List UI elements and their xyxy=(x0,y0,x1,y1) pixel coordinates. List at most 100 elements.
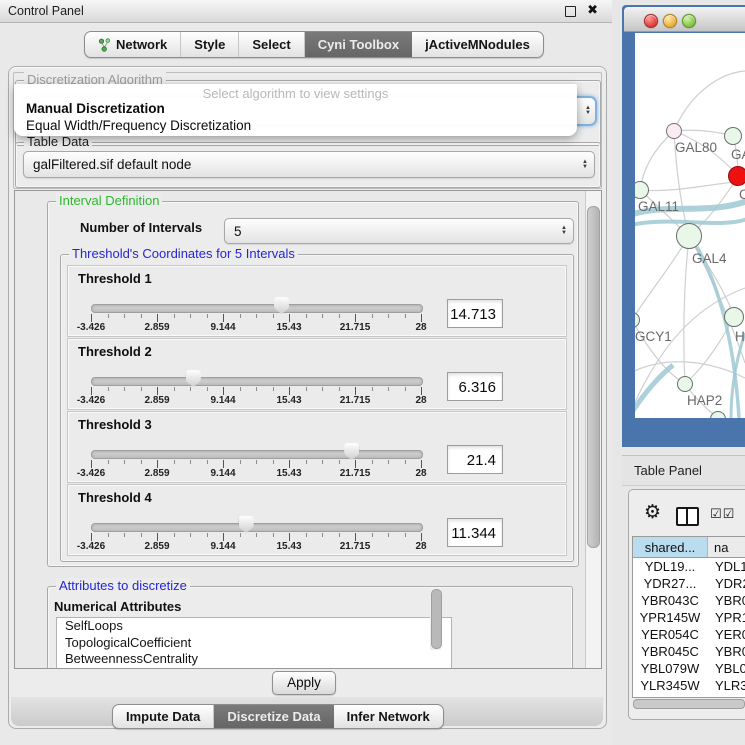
network-node-ha[interactable] xyxy=(724,307,744,327)
dropdown-option-manual-discretization[interactable]: Manual Discretization xyxy=(26,101,165,116)
tab-label: Impute Data xyxy=(126,709,200,724)
table-row[interactable]: YDL19...YDL1 xyxy=(633,558,745,575)
threshold-value-field[interactable]: 6.316 xyxy=(447,372,503,401)
threshold-value-field[interactable]: 11.344 xyxy=(447,518,503,547)
cell-name[interactable]: YBL0 xyxy=(708,661,745,676)
slider-track[interactable] xyxy=(91,523,423,532)
tick-label: 2.859 xyxy=(144,468,169,479)
table-data-selected-value: galFiltered.sif default node xyxy=(33,152,191,177)
tab-impute-data[interactable]: Impute Data xyxy=(113,705,213,728)
cell-name[interactable]: YBR0 xyxy=(708,644,745,659)
tab-label: Discretize Data xyxy=(227,709,320,724)
checkboxes-icon[interactable]: ☑☑ xyxy=(710,506,735,522)
algorithm-dropdown-popup: Select algorithm to view settings Manual… xyxy=(14,84,577,136)
node-label: GA xyxy=(731,147,745,162)
dropdown-hint: Select algorithm to view settings xyxy=(14,86,577,101)
viewport-scrollbar-thumb[interactable] xyxy=(587,206,600,548)
tab-network[interactable]: Network xyxy=(85,32,180,57)
tick-label: 9.144 xyxy=(210,541,235,552)
tick-label: -3.426 xyxy=(77,468,105,479)
cell-shared-name[interactable]: YLR345W xyxy=(633,678,708,693)
cell-shared-name[interactable]: YBR043C xyxy=(633,593,708,608)
float-window-icon[interactable] xyxy=(565,6,576,17)
slider-track[interactable] xyxy=(91,304,423,313)
attributes-group-title: Attributes to discretize xyxy=(56,578,190,593)
tab-label: Network xyxy=(116,37,167,52)
apply-button[interactable]: Apply xyxy=(272,671,336,695)
table-panel-titlebar: Table Panel xyxy=(622,455,745,486)
threshold-label: Threshold 1 xyxy=(78,271,152,286)
table-horizontal-scrollbar[interactable] xyxy=(632,698,745,708)
network-node-gal4[interactable] xyxy=(676,223,702,249)
slider-track[interactable] xyxy=(91,377,423,386)
dropdown-option-equal-width-frequency-discretization[interactable]: Equal Width/Frequency Discretization xyxy=(26,118,251,133)
threshold-value-field[interactable]: 14.713 xyxy=(447,299,503,328)
numerical-attributes-list: SelfLoopsTopologicalCoefficientBetweenne… xyxy=(56,617,452,669)
table-header-shared-name[interactable]: shared... xyxy=(633,537,708,557)
attribute-item-topologicalcoefficient[interactable]: TopologicalCoefficient xyxy=(57,635,451,652)
combo-stepper-icon[interactable]: ▲▼ xyxy=(561,226,567,236)
network-node-ga[interactable] xyxy=(724,127,742,145)
network-node-gal80[interactable] xyxy=(666,123,682,139)
threshold-value-field[interactable]: 21.4 xyxy=(447,445,503,474)
table-row[interactable]: YLR345WYLR3 xyxy=(633,677,745,694)
slider-track[interactable] xyxy=(91,450,423,459)
tick-label: 28 xyxy=(415,322,426,333)
table-horizontal-scrollbar-thumb[interactable] xyxy=(633,699,745,709)
network-window-titlebar xyxy=(624,7,745,32)
network-node-hap2[interactable] xyxy=(677,376,693,392)
tab-style[interactable]: Style xyxy=(180,32,238,57)
cell-name[interactable]: YLR3 xyxy=(708,678,745,693)
network-canvas[interactable]: GAL80GACGAL11GAL4GCY1HAHAP2 xyxy=(635,33,745,418)
table-row[interactable]: YPR145WYPR1 xyxy=(633,609,745,626)
network-node-c[interactable] xyxy=(728,166,745,186)
table-header-name[interactable]: na xyxy=(708,537,745,557)
tab-label: jActiveMNodules xyxy=(425,37,530,52)
zoom-traffic-light-icon[interactable] xyxy=(682,14,696,28)
table-row[interactable]: YDR27...YDR2 xyxy=(633,575,745,592)
combo-stepper-icon[interactable]: ▲▼ xyxy=(582,160,588,170)
tab-label: Select xyxy=(252,37,290,52)
tab-cyni-toolbox[interactable]: Cyni Toolbox xyxy=(304,32,412,57)
cell-shared-name[interactable]: YBL079W xyxy=(633,661,708,676)
number-of-intervals-combobox[interactable]: 5 ▲▼ xyxy=(224,218,574,244)
table-row[interactable]: YER054CYER0 xyxy=(633,626,745,643)
control-panel-title: Control Panel xyxy=(8,4,84,18)
cell-name[interactable]: YER0 xyxy=(708,627,745,642)
cell-name[interactable]: YDR2 xyxy=(708,576,745,591)
tick-label: 15.43 xyxy=(276,395,301,406)
tab-jactivemnodules[interactable]: jActiveMNodules xyxy=(412,32,543,57)
table-data-combobox[interactable]: galFiltered.sif default node ▲▼ xyxy=(23,151,595,178)
attribute-item-betweennesscentrality[interactable]: BetweennessCentrality xyxy=(57,651,451,668)
combo-stepper-icon[interactable]: ▲▼ xyxy=(585,106,591,116)
tab-discretize-data[interactable]: Discretize Data xyxy=(213,705,333,728)
attributes-list-scrollbar-thumb[interactable] xyxy=(431,589,442,649)
cell-shared-name[interactable]: YBR045C xyxy=(633,644,708,659)
tab-select[interactable]: Select xyxy=(238,32,303,57)
cell-shared-name[interactable]: YPR145W xyxy=(633,610,708,625)
tick-label: 28 xyxy=(415,395,426,406)
tick-label: 21.715 xyxy=(340,541,371,552)
minimize-traffic-light-icon[interactable] xyxy=(663,14,677,28)
attribute-item-selfloops[interactable]: SelfLoops xyxy=(57,618,451,635)
table-row[interactable]: YBR045CYBR0 xyxy=(633,643,745,660)
threshold-label: Threshold 3 xyxy=(78,417,152,432)
tab-infer-network[interactable]: Infer Network xyxy=(334,705,443,728)
tick-label: 9.144 xyxy=(210,395,235,406)
cell-name[interactable]: YPR1 xyxy=(708,610,745,625)
columns-icon[interactable] xyxy=(676,507,699,526)
cell-name[interactable]: YBR0 xyxy=(708,593,745,608)
control-panel: Control Panel ✖ Network Style Select Cyni T… xyxy=(0,0,612,745)
cell-name[interactable]: YDL1 xyxy=(708,559,745,574)
close-icon[interactable]: ✖ xyxy=(587,2,598,18)
table-panel-title: Table Panel xyxy=(634,463,702,478)
cell-shared-name[interactable]: YDL19... xyxy=(633,559,708,574)
close-traffic-light-icon[interactable] xyxy=(644,14,658,28)
tick-label: -3.426 xyxy=(77,322,105,333)
gear-icon[interactable]: ⚙ xyxy=(644,503,661,522)
table-row[interactable]: YBR043CYBR0 xyxy=(633,592,745,609)
tick-label: 2.859 xyxy=(144,395,169,406)
cell-shared-name[interactable]: YDR27... xyxy=(633,576,708,591)
table-row[interactable]: YBL079WYBL0 xyxy=(633,660,745,677)
cell-shared-name[interactable]: YER054C xyxy=(633,627,708,642)
